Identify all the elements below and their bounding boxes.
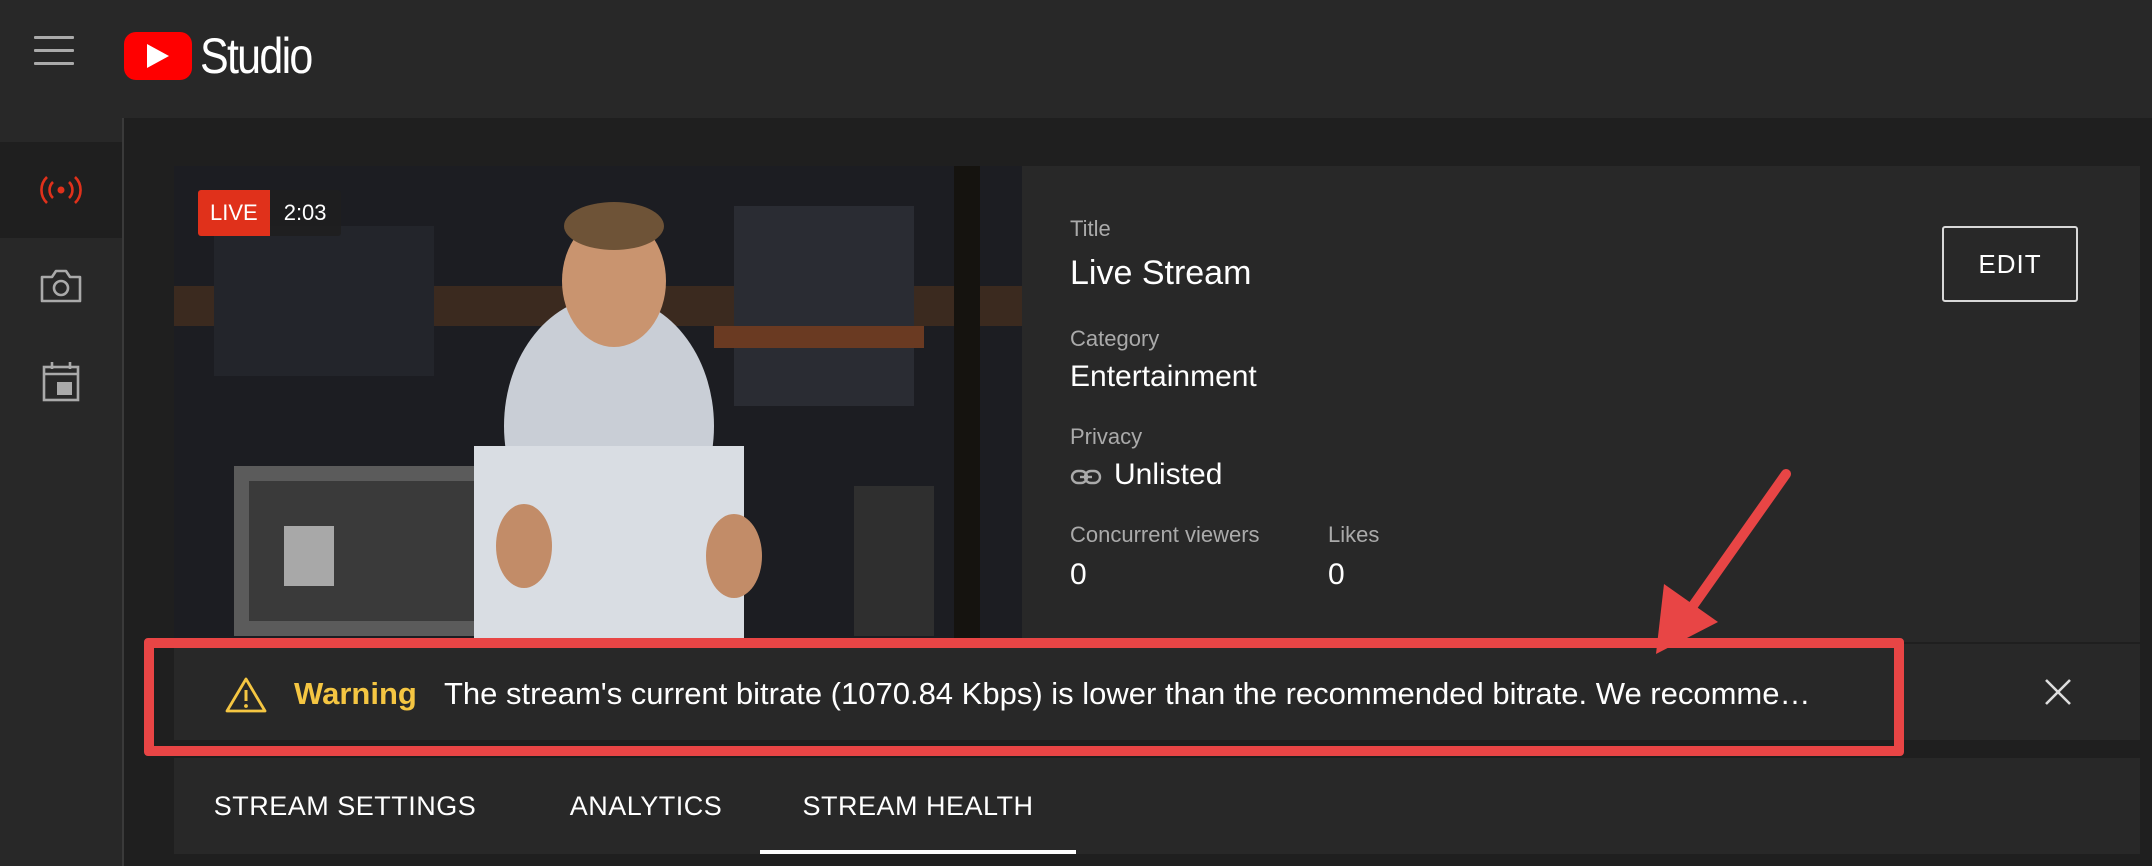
link-icon [1070,469,1102,485]
tab-analytics[interactable]: ANALYTICS [532,758,760,854]
privacy-label: Privacy [1070,424,1143,449]
brand-name: Studio [200,28,313,84]
studio-logo[interactable]: Studio [124,28,330,84]
privacy-value: Unlisted [1114,458,1223,491]
category-label: Category [1070,326,1160,351]
sidebar-item-manage[interactable] [0,334,122,430]
tab-stream-settings[interactable]: STREAM SETTINGS [174,758,516,854]
calendar-icon [42,362,80,402]
sidebar-item-live[interactable] [0,142,122,238]
video-preview[interactable]: LIVE 2:03 [174,166,1022,642]
viewers-label: Concurrent viewers [1070,522,1260,547]
camera-icon [40,269,82,303]
elapsed-time: 2:03 [269,190,341,236]
edit-button[interactable]: EDIT [1942,226,2078,302]
video-frame [174,166,1022,642]
live-label: LIVE [198,190,270,236]
viewers-value: 0 [1070,558,1087,591]
title-value: Live Stream [1070,254,1252,292]
annotation-highlight-box [144,638,1904,756]
title-label: Title [1070,216,1111,241]
sidebar [0,118,124,866]
tab-bar: STREAM SETTINGS ANALYTICS STREAM HEALTH [174,758,2140,854]
likes-label: Likes [1328,522,1380,547]
sidebar-item-webcam[interactable] [0,238,122,334]
top-bar: Studio [0,0,2152,119]
close-icon[interactable] [2042,676,2074,708]
category-value: Entertainment [1070,360,1257,393]
tab-stream-health[interactable]: STREAM HEALTH [760,758,1076,854]
youtube-play-icon [124,32,192,80]
live-badge: LIVE 2:03 [198,190,341,236]
live-broadcast-icon [40,176,82,204]
likes-value: 0 [1328,558,1345,591]
hamburger-menu-icon[interactable] [34,36,74,66]
